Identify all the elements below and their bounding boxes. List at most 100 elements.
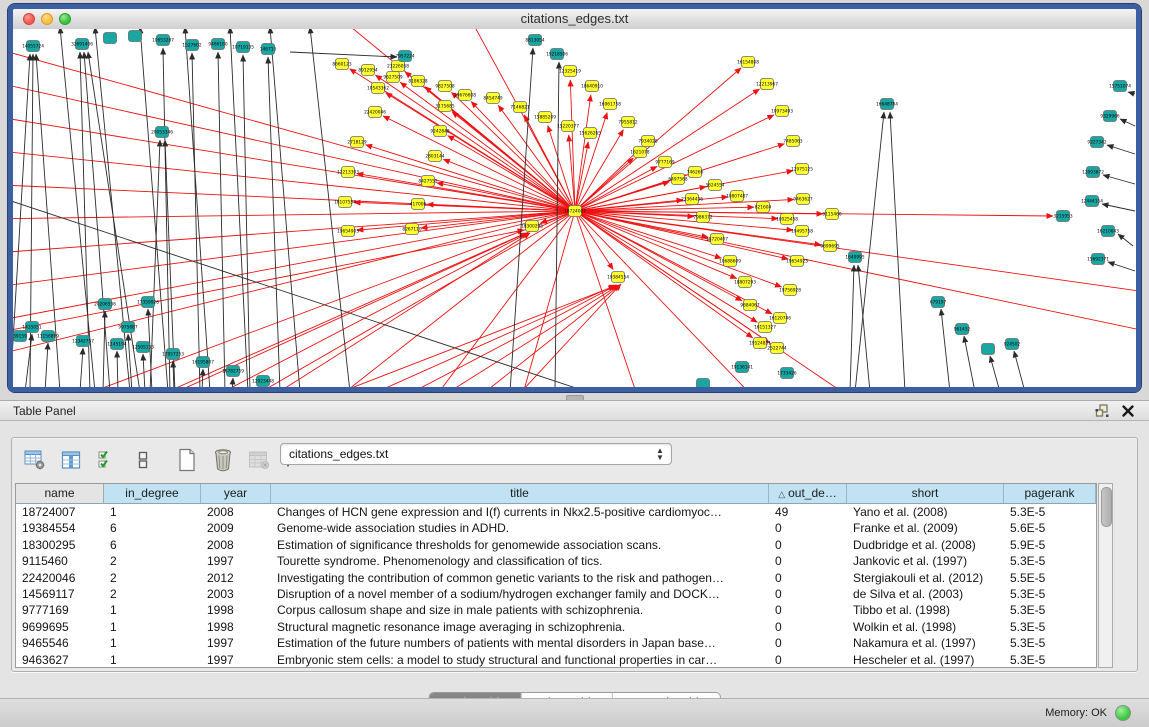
graph-node[interactable] bbox=[982, 344, 995, 355]
graph-node[interactable]: 16154808 bbox=[737, 57, 759, 68]
delete-column-button[interactable] bbox=[210, 447, 236, 473]
delete-table-button[interactable] bbox=[246, 447, 272, 473]
table-row[interactable]: 946362711997Embryonic stem cells: a mode… bbox=[16, 652, 1096, 668]
table-scrollbar-thumb[interactable] bbox=[1101, 487, 1112, 527]
graph-node[interactable]: 746266 bbox=[687, 167, 704, 178]
row-height-button[interactable] bbox=[130, 447, 156, 473]
graph-node[interactable]: 7146821 bbox=[510, 102, 529, 113]
graph-node[interactable]: 12923448 bbox=[252, 376, 274, 387]
graph-node[interactable]: 9684067 bbox=[740, 300, 759, 311]
graph-node[interactable]: 146713 bbox=[260, 44, 277, 55]
table-row[interactable]: 2242004622012Investigating the contribut… bbox=[16, 570, 1096, 586]
graph-node[interactable]: 16782759 bbox=[222, 366, 244, 377]
graph-node[interactable]: 16120746 bbox=[769, 313, 791, 324]
graph-node[interactable]: 924502 bbox=[1004, 339, 1021, 350]
graph-node[interactable]: 2718129 bbox=[347, 137, 366, 148]
graph-node[interactable]: 19384554 bbox=[607, 272, 629, 283]
graph-node[interactable]: 1640995 bbox=[845, 252, 864, 263]
table-row[interactable]: 911546021997Tourette syndrome. Phenomeno… bbox=[16, 553, 1096, 569]
graph-node[interactable]: 679197 bbox=[930, 297, 947, 308]
table-row[interactable]: 977716911998Corpus callosum shape and si… bbox=[16, 602, 1096, 618]
graph-node[interactable]: 10719135 bbox=[232, 42, 254, 53]
column-header-name[interactable]: name bbox=[16, 484, 104, 503]
graph-node[interactable] bbox=[129, 31, 142, 42]
graph-node[interactable]: 1145194 bbox=[107, 339, 126, 350]
graph-node[interactable]: 9699695 bbox=[820, 241, 839, 252]
column-header-out_de[interactable]: △out_de… bbox=[769, 484, 847, 503]
graph-node[interactable]: 12213967 bbox=[756, 79, 778, 90]
graph-node[interactable]: 12213393 bbox=[337, 167, 359, 178]
table-row[interactable]: 1938455462009Genome-wide association stu… bbox=[16, 520, 1096, 536]
graph-node[interactable]: 1733426 bbox=[777, 368, 796, 379]
graph-node[interactable]: 15692371 bbox=[1087, 254, 1109, 265]
graph-node[interactable]: 8186328 bbox=[408, 76, 427, 87]
graph-node[interactable]: 7957224 bbox=[395, 51, 414, 62]
column-header-year[interactable]: year bbox=[201, 484, 271, 503]
graph-node[interactable]: 7485063 bbox=[783, 136, 802, 147]
graph-node[interactable]: 1527602 bbox=[182, 40, 201, 51]
graph-node[interactable]: 8813054 bbox=[525, 35, 544, 46]
graph-node[interactable]: 9975887 bbox=[118, 322, 137, 333]
graph-node[interactable]: 3624554 bbox=[705, 180, 724, 191]
graph-node[interactable]: 12093872 bbox=[1082, 167, 1104, 178]
graph-node[interactable]: 16961758 bbox=[599, 99, 621, 110]
graph-node[interactable]: 10025458 bbox=[776, 214, 798, 225]
graph-node[interactable]: 18807293 bbox=[734, 277, 756, 288]
graph-node[interactable]: 3215953 bbox=[1053, 211, 1072, 222]
graph-node[interactable]: 19136141 bbox=[731, 362, 753, 373]
graph-node[interactable]: 7986372 bbox=[693, 212, 712, 223]
graph-node[interactable]: 15626265 bbox=[579, 128, 601, 139]
graph-node[interactable]: 16195807 bbox=[192, 357, 214, 368]
graph-node[interactable]: 22420046 bbox=[364, 107, 386, 118]
graph-node[interactable]: 8660123 bbox=[332, 59, 351, 70]
graph-node[interactable]: 23226058 bbox=[387, 61, 409, 72]
graph-node[interactable]: 19756928 bbox=[779, 285, 801, 296]
graph-node[interactable]: 19495758 bbox=[791, 226, 813, 237]
graph-node[interactable]: 15751074 bbox=[1109, 81, 1131, 92]
column-header-short[interactable]: short bbox=[847, 484, 1004, 503]
select-columns-button[interactable] bbox=[94, 447, 120, 473]
table-row[interactable]: 946554611997Estimation of the future num… bbox=[16, 635, 1096, 651]
column-header-in_degree[interactable]: in_degree bbox=[104, 484, 201, 503]
graph-node[interactable]: 18107554 bbox=[334, 197, 356, 208]
graph-node[interactable]: 8912954 bbox=[358, 65, 377, 76]
graph-node[interactable]: 32691406 bbox=[71, 39, 93, 50]
close-panel-icon[interactable] bbox=[1121, 404, 1135, 418]
graph-node[interactable]: 9827508 bbox=[435, 81, 454, 92]
graph-node[interactable]: 19218506 bbox=[546, 49, 568, 60]
graph-node[interactable]: 1621078 bbox=[630, 147, 649, 158]
graph-node[interactable]: 417006 bbox=[410, 199, 427, 210]
column-header-pagerank[interactable]: pagerank bbox=[1004, 484, 1096, 503]
graph-node[interactable]: 9627509 bbox=[383, 72, 402, 83]
graph-node[interactable]: 23364436 bbox=[681, 194, 703, 205]
graph-node[interactable]: 19654923 bbox=[786, 256, 808, 267]
table-row[interactable]: 1456911722003Disruption of a novel membe… bbox=[16, 586, 1096, 602]
graph-node[interactable]: 9466160 bbox=[208, 39, 227, 50]
graph-node[interactable]: 9227342 bbox=[1087, 137, 1106, 148]
window-titlebar[interactable]: citations_edges.txt bbox=[13, 9, 1136, 30]
table-mode-button[interactable] bbox=[22, 447, 48, 473]
graph-node[interactable]: 15220377 bbox=[557, 121, 579, 132]
table-scrollbar[interactable] bbox=[1098, 483, 1113, 668]
graph-node[interactable]: 8427552 bbox=[418, 176, 437, 187]
graph-node[interactable] bbox=[697, 379, 710, 388]
graph-node[interactable] bbox=[104, 33, 117, 44]
graph-node[interactable]: 29676608 bbox=[454, 90, 476, 101]
graph-node[interactable]: 8454749 bbox=[483, 93, 502, 104]
graph-node[interactable]: 18640910 bbox=[581, 81, 603, 92]
graph-node[interactable]: 14055724 bbox=[22, 41, 44, 52]
network-canvas[interactable]: 8660123891295423226058962750910543362818… bbox=[13, 29, 1136, 387]
column-header-title[interactable]: title bbox=[271, 484, 769, 503]
graph-node[interactable]: 12975125 bbox=[791, 164, 813, 175]
table-row[interactable]: 1830029562008Estimation of significance … bbox=[16, 537, 1096, 553]
table-source-combobox[interactable]: citations_edges.txt ▲▼ bbox=[280, 443, 672, 465]
graph-node[interactable]: 16648784 bbox=[876, 99, 898, 110]
graph-node[interactable]: 9115460 bbox=[822, 209, 841, 220]
create-column-button[interactable] bbox=[174, 447, 200, 473]
table-row[interactable]: 1872400712008Changes of HCN gene express… bbox=[16, 504, 1096, 520]
graph-node[interactable]: 17359928 bbox=[137, 297, 159, 308]
graph-node[interactable]: 12505135 bbox=[132, 342, 154, 353]
graph-node[interactable]: 15885209 bbox=[534, 112, 556, 123]
graph-node[interactable]: 821604 bbox=[755, 202, 772, 213]
graph-node[interactable]: 16151327 bbox=[754, 322, 776, 333]
